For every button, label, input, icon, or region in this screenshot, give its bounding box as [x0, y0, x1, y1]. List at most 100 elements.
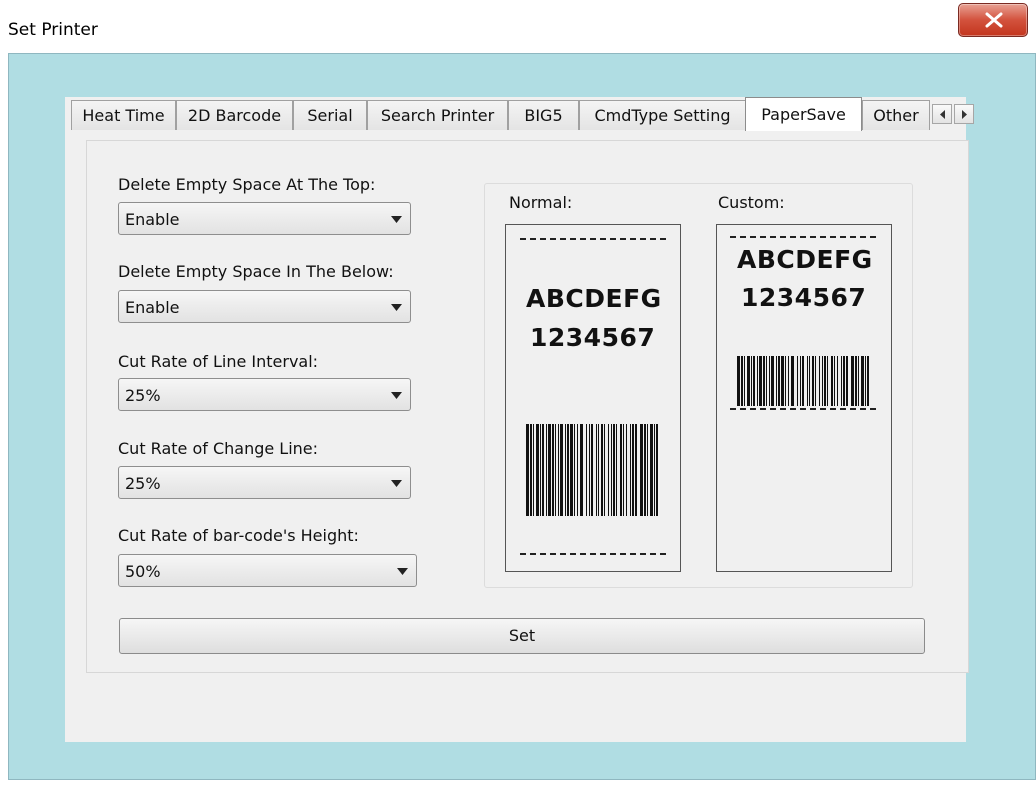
barcode-bar [819, 356, 820, 406]
window-title: Set Printer [8, 20, 98, 40]
barcode-bar [766, 356, 767, 406]
barcode-bar [640, 424, 643, 516]
chevron-down-icon [391, 216, 402, 223]
top-space-select[interactable]: Enable [118, 202, 411, 235]
barcode-bar [800, 356, 801, 406]
barcode-bar [741, 356, 743, 406]
barcode-bar [650, 424, 653, 516]
barcode-height-select[interactable]: 50% [118, 554, 417, 587]
change-line-select[interactable]: 25% [118, 466, 411, 499]
barcode-bar [656, 424, 658, 516]
custom-text-line1: ABCDEFG [737, 245, 873, 274]
tab-papersave[interactable]: PaperSave [745, 97, 862, 131]
custom-label: Custom: [718, 193, 785, 212]
barcode-bar [623, 424, 624, 516]
barcode-bar [542, 424, 544, 516]
tab-scroll-right-button[interactable] [954, 104, 974, 124]
barcode-bar [574, 424, 575, 516]
tab-2d-barcode[interactable]: 2D Barcode [176, 100, 293, 130]
barcode-bar [555, 424, 556, 516]
barcode-bar [834, 356, 835, 406]
custom-bottom-dash [730, 408, 876, 410]
barcode-bar [616, 424, 617, 516]
barcode-bar [533, 424, 534, 516]
barcode-bar [548, 424, 551, 516]
top-space-label: Delete Empty Space At The Top: [118, 175, 376, 194]
barcode-bar [560, 424, 563, 516]
barcode-bar [797, 356, 798, 406]
barcode-bar [586, 424, 587, 516]
barcode-bar [536, 424, 539, 516]
barcode-bar [644, 424, 646, 516]
barcode-bar [589, 424, 590, 516]
barcode-bar [580, 424, 583, 516]
arrow-left-icon [940, 110, 945, 119]
barcode-bar [812, 356, 814, 406]
barcode-bar [608, 424, 609, 516]
barcode-bar [837, 356, 838, 406]
barcode-bar [824, 356, 826, 406]
barcode-bar [827, 356, 828, 406]
barcode-bar [865, 356, 866, 406]
barcode-bar [781, 356, 784, 406]
close-button[interactable] [958, 3, 1028, 37]
barcode-bar [591, 424, 593, 516]
normal-barcode [526, 424, 658, 516]
barcode-bar [620, 424, 622, 516]
title-bar: Set Printer [0, 0, 1036, 56]
barcode-bar [635, 424, 637, 516]
normal-label: Normal: [509, 193, 573, 212]
below-space-select[interactable]: Enable [118, 290, 411, 323]
barcode-bar [815, 356, 816, 406]
barcode-bar [757, 356, 758, 406]
barcode-bar [530, 424, 532, 516]
set-button[interactable]: Set [119, 618, 925, 654]
barcode-bar [654, 424, 655, 516]
barcode-bar [647, 424, 648, 516]
barcode-bar [611, 424, 612, 516]
barcode-bar [769, 356, 770, 406]
tab-scroll-left-button[interactable] [932, 104, 952, 124]
barcode-bar [613, 424, 615, 516]
below-space-value: Enable [125, 298, 180, 317]
barcode-bar [546, 424, 547, 516]
barcode-bar [791, 356, 794, 406]
barcode-bar [747, 356, 750, 406]
tab-serial[interactable]: Serial [293, 100, 367, 130]
chevron-down-icon [391, 480, 402, 487]
barcode-bar [855, 356, 857, 406]
change-line-value: 25% [125, 474, 161, 493]
tab-heat-time[interactable]: Heat Time [71, 100, 176, 130]
change-line-label: Cut Rate of Change Line: [118, 439, 319, 458]
barcode-height-value: 50% [125, 562, 161, 581]
barcode-bar [763, 356, 765, 406]
barcode-bar [604, 424, 605, 516]
arrow-right-icon [962, 110, 967, 119]
tab-other[interactable]: Other [862, 100, 930, 130]
barcode-bar [540, 424, 541, 516]
barcode-bar [759, 356, 762, 406]
barcode-bar [843, 356, 845, 406]
barcode-bar [558, 424, 559, 516]
barcode-bar [809, 356, 810, 406]
normal-top-dash [520, 238, 666, 240]
barcode-bar [596, 424, 597, 516]
barcode-bar [802, 356, 804, 406]
tab-strip: Heat Time 2D Barcode Serial Search Print… [71, 97, 946, 131]
barcode-bar [778, 356, 780, 406]
barcode-bar [751, 356, 752, 406]
barcode-bar [526, 424, 529, 516]
normal-text-line2: 1234567 [530, 323, 656, 352]
chevron-down-icon [397, 568, 408, 575]
barcode-bar [744, 356, 745, 406]
barcode-bar [788, 356, 789, 406]
normal-text-line1: ABCDEFG [526, 284, 662, 313]
line-interval-select[interactable]: 25% [118, 378, 411, 411]
custom-top-dash [730, 236, 876, 238]
tab-big5[interactable]: BIG5 [508, 100, 579, 130]
line-interval-label: Cut Rate of Line Interval: [118, 352, 319, 371]
barcode-bar [771, 356, 774, 406]
barcode-height-label: Cut Rate of bar-code's Height: [118, 526, 359, 545]
tab-search-printer[interactable]: Search Printer [367, 100, 508, 130]
tab-cmdtype-setting[interactable]: CmdType Setting [579, 100, 746, 130]
